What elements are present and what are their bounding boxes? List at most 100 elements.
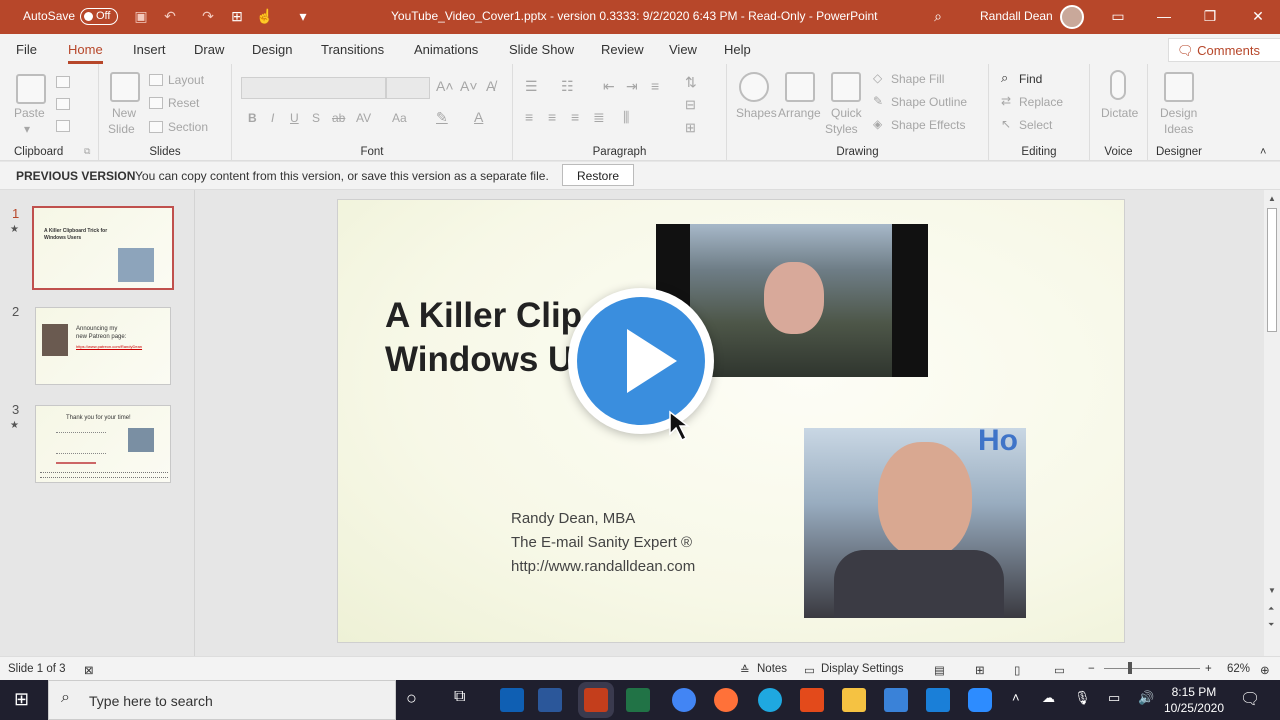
new-slide-label-1[interactable]: New — [112, 106, 136, 120]
change-case-icon[interactable]: Aa — [392, 111, 407, 125]
mail-icon[interactable] — [926, 688, 950, 712]
zoom-out-icon[interactable]: − — [1088, 663, 1095, 675]
minimize-icon[interactable]: — — [1156, 8, 1172, 24]
shape-fill-button[interactable]: Shape Fill — [891, 72, 944, 86]
windows-start-icon[interactable]: ⊞ — [14, 689, 29, 710]
copy-icon[interactable] — [56, 98, 70, 110]
next-slide-icon[interactable]: ⏷ — [1268, 620, 1274, 630]
cortana-icon[interactable]: ○ — [406, 688, 417, 709]
shadow-icon[interactable]: S — [312, 111, 320, 125]
slide-title-line-1[interactable]: A Killer Clip — [385, 296, 582, 336]
search-icon[interactable]: ⌕ — [930, 8, 946, 24]
align-center-icon[interactable]: ≡ — [548, 109, 556, 125]
store-icon[interactable] — [884, 688, 908, 712]
text-direction-icon[interactable]: ⇅ — [685, 74, 697, 91]
paste-button[interactable]: Paste — [14, 106, 45, 120]
line-spacing-icon[interactable]: ≡ — [651, 78, 659, 94]
tab-help[interactable]: Help — [724, 42, 751, 57]
scroll-up-icon[interactable]: ▲ — [1268, 194, 1276, 203]
design-ideas-label-2[interactable]: Ideas — [1164, 122, 1193, 136]
customize-toolbar-icon[interactable]: ▾ — [295, 8, 311, 24]
slide-author[interactable]: Randy Dean, MBA — [511, 510, 635, 527]
bullets-icon[interactable]: ☰ — [525, 78, 538, 95]
align-left-icon[interactable]: ≡ — [525, 109, 533, 125]
slide-thumbnail-2[interactable]: Announcing my new Patreon page: https://… — [35, 307, 171, 385]
increase-indent-icon[interactable]: ⇥ — [626, 78, 638, 95]
chrome-icon[interactable] — [672, 688, 696, 712]
justify-icon[interactable]: ≣ — [593, 109, 605, 126]
taskbar-search-box[interactable]: ⌕ Type here to search — [48, 680, 396, 720]
dialog-launcher-icon[interactable]: ⧉ — [84, 146, 90, 157]
smartart-icon[interactable]: ⊞ — [685, 120, 696, 136]
grow-font-icon[interactable]: A˄ — [436, 78, 454, 94]
paste-icon[interactable] — [16, 74, 46, 104]
character-spacing-icon[interactable]: AV — [356, 111, 371, 125]
arrange-icon[interactable] — [785, 72, 815, 102]
comments-button[interactable]: 🗨 Comments — [1168, 38, 1280, 62]
shape-effects-button[interactable]: Shape Effects — [891, 118, 966, 132]
quick-styles-label-2[interactable]: Styles — [825, 122, 858, 136]
slide-title-line-2[interactable]: Windows U — [385, 340, 573, 380]
ribbon-display-icon[interactable]: ▭ — [1110, 8, 1126, 24]
format-painter-icon[interactable] — [56, 120, 70, 132]
design-ideas-icon[interactable] — [1164, 72, 1194, 102]
touch-mode-icon[interactable]: ☝ — [256, 8, 273, 24]
font-name-box[interactable] — [241, 77, 386, 99]
previous-slide-icon[interactable]: ⏶ — [1268, 604, 1274, 614]
dictate-button[interactable]: Dictate — [1101, 106, 1138, 120]
replace-button[interactable]: Replace — [1019, 95, 1063, 109]
columns-icon[interactable]: ⫼ — [623, 109, 629, 126]
onedrive-icon[interactable]: ☁ — [1042, 690, 1055, 706]
underline-icon[interactable]: U — [290, 111, 299, 125]
save-icon[interactable]: ▣ — [133, 8, 149, 24]
tab-transitions[interactable]: Transitions — [321, 42, 384, 57]
office-icon[interactable] — [800, 688, 824, 712]
align-right-icon[interactable]: ≡ — [571, 109, 579, 125]
cut-icon[interactable] — [56, 76, 70, 88]
shapes-icon[interactable] — [739, 72, 769, 102]
display-settings-button[interactable]: Display Settings — [821, 663, 903, 675]
accessibility-icon[interactable]: ⊠ — [84, 663, 94, 677]
slide-thumbnail-1[interactable]: A Killer Clipboard Trick for Windows Use… — [32, 206, 174, 290]
tab-view[interactable]: View — [669, 42, 697, 57]
vertical-scrollbar[interactable]: ▲ ▼ ⏶ ⏷ — [1264, 190, 1280, 656]
microphone-tray-icon[interactable]: 🎙 — [1074, 690, 1091, 706]
outlook-icon[interactable] — [500, 688, 524, 712]
maximize-icon[interactable]: ❐ — [1202, 8, 1218, 24]
redo-icon[interactable]: ↷ — [200, 8, 216, 24]
zoom-slider[interactable] — [1104, 668, 1200, 669]
reading-view-icon[interactable]: ▯ — [1014, 663, 1020, 677]
slideshow-icon[interactable]: ▭ — [1054, 663, 1065, 677]
microphone-icon[interactable] — [1110, 70, 1126, 100]
bold-icon[interactable]: B — [248, 111, 257, 125]
speaker-photo[interactable]: Ho — [804, 424, 1026, 618]
decrease-indent-icon[interactable]: ⇤ — [603, 78, 615, 95]
autosave-toggle[interactable]: Off — [80, 8, 118, 25]
notes-button[interactable]: Notes — [757, 663, 787, 675]
font-size-box[interactable] — [386, 77, 430, 99]
slide-url[interactable]: http://www.randalldean.com — [511, 558, 695, 575]
font-color-icon[interactable]: A — [474, 109, 483, 125]
new-slide-icon[interactable] — [110, 72, 140, 102]
highlight-icon[interactable]: ✎ — [436, 109, 448, 126]
design-ideas-label-1[interactable]: Design — [1160, 106, 1197, 120]
section-button[interactable]: Section — [168, 120, 208, 134]
numbering-icon[interactable]: ☷ — [561, 78, 574, 95]
edge-icon[interactable] — [758, 688, 782, 712]
arrange-button[interactable]: Arrange — [778, 106, 821, 120]
collapse-ribbon-icon[interactable]: ˄ — [1260, 146, 1266, 158]
tab-insert[interactable]: Insert — [133, 42, 166, 57]
file-explorer-icon[interactable] — [842, 688, 866, 712]
normal-view-icon[interactable]: ▤ — [934, 663, 945, 677]
show-hidden-icons-icon[interactable]: ˄ — [1012, 690, 1020, 705]
fit-to-window-icon[interactable]: ⊕ — [1260, 663, 1270, 677]
restore-button[interactable]: Restore — [562, 164, 634, 186]
tab-review[interactable]: Review — [601, 42, 644, 57]
powerpoint-icon[interactable] — [584, 688, 608, 712]
tab-animations[interactable]: Animations — [414, 42, 478, 57]
shapes-button[interactable]: Shapes — [736, 106, 777, 120]
undo-icon[interactable]: ↶ — [162, 8, 178, 24]
shape-outline-button[interactable]: Shape Outline — [891, 95, 967, 109]
current-slide[interactable]: A Killer Clip Windows U Randy Dean, MBA … — [337, 199, 1125, 643]
reset-button[interactable]: Reset — [168, 96, 199, 110]
